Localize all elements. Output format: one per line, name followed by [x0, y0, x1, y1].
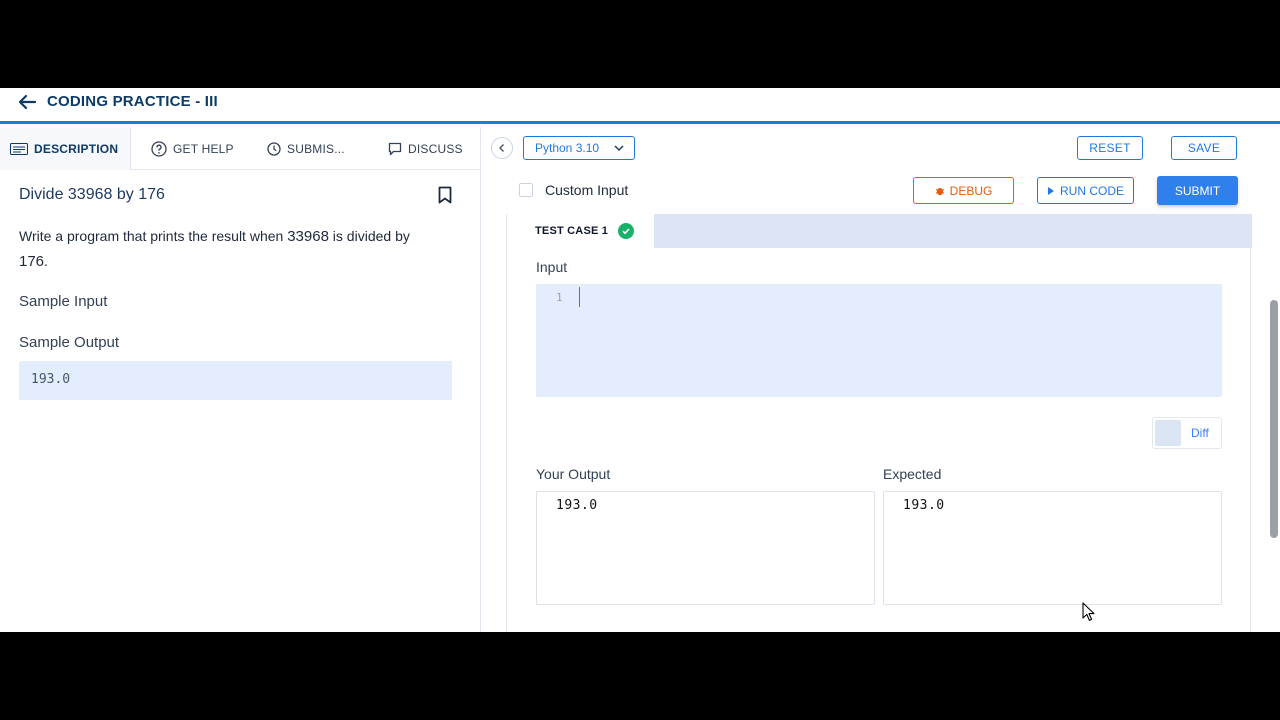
- tab-get-help[interactable]: GET HELP: [151, 127, 234, 170]
- sample-output-box: 193.0: [19, 361, 452, 400]
- desc-number-1: 33968: [287, 228, 329, 245]
- your-output-box: 193.0: [536, 491, 875, 605]
- test-case-tabbar: TEST CASE 1: [507, 214, 1252, 248]
- custom-input-checkbox[interactable]: [519, 183, 533, 197]
- collapse-panel-button[interactable]: [491, 137, 513, 159]
- run-code-button[interactable]: RUN CODE: [1037, 177, 1134, 204]
- tab-test-case-1[interactable]: TEST CASE 1: [507, 214, 654, 248]
- save-button[interactable]: SAVE: [1171, 136, 1237, 160]
- check-circle-icon: [618, 223, 635, 239]
- test-case-panel: TEST CASE 1 Input 1 Diff Your Output Exp…: [506, 214, 1252, 632]
- letterbox-top: [0, 0, 1280, 88]
- tab-description-label: DESCRIPTION: [34, 141, 119, 156]
- tab-submissions-label: SUBMIS...: [287, 141, 345, 156]
- chevron-left-icon: [499, 144, 504, 152]
- run-code-button-label: RUN CODE: [1059, 183, 1124, 198]
- editor-panel: Python 3.10 RESET SAVE Custom Input DEBU…: [482, 127, 1280, 632]
- top-bar: CODING PRACTICE - III: [0, 88, 1280, 124]
- submit-button[interactable]: SUBMIT: [1157, 176, 1238, 205]
- tab-description[interactable]: DESCRIPTION: [0, 127, 131, 170]
- sample-output-label: Sample Output: [19, 334, 120, 351]
- app-window: CODING PRACTICE - III DESCRIPTION GET HE…: [0, 88, 1280, 632]
- sample-input-label: Sample Input: [19, 293, 108, 310]
- language-select-value: Python 3.10: [535, 141, 600, 155]
- page-title: CODING PRACTICE - III: [47, 93, 218, 110]
- diff-toggle-label: Diff: [1191, 426, 1209, 440]
- desc-number-2: 176: [19, 253, 45, 270]
- scrollbar-thumb[interactable]: [1270, 300, 1278, 538]
- desc-text-3: .: [44, 253, 48, 269]
- desc-text-1: Write a program that prints the result w…: [19, 228, 288, 244]
- desc-text-2: is divided by: [328, 228, 410, 244]
- description-panel: DESCRIPTION GET HELP SUBMIS... DISCUSS D…: [0, 127, 481, 632]
- reset-button[interactable]: RESET: [1077, 136, 1143, 160]
- panel-tabs: DESCRIPTION GET HELP SUBMIS... DISCUSS: [0, 127, 481, 170]
- chat-icon: [388, 142, 402, 155]
- question-title: Divide 33968 by 176: [19, 186, 165, 203]
- description-icon: [10, 142, 28, 155]
- tab-submissions[interactable]: SUBMIS...: [267, 127, 345, 170]
- input-label: Input: [536, 259, 568, 275]
- diff-toggle-knob: [1155, 420, 1181, 446]
- letterbox-bottom: [0, 632, 1280, 720]
- expected-output-label: Expected: [883, 466, 942, 482]
- clock-icon: [267, 141, 281, 156]
- tab-discuss-label: DISCUSS: [408, 141, 463, 156]
- bug-icon: [935, 187, 944, 195]
- tab-get-help-label: GET HELP: [173, 141, 234, 156]
- mouse-pointer-icon: [1082, 602, 1096, 622]
- play-icon: [1047, 186, 1054, 195]
- tab-discuss[interactable]: DISCUSS: [388, 127, 463, 170]
- expected-output-box: 193.0: [883, 491, 1222, 605]
- chevron-down-icon: [614, 145, 624, 152]
- test-case-tab-label: TEST CASE 1: [535, 225, 609, 237]
- your-output-label: Your Output: [536, 466, 611, 482]
- line-number: 1: [556, 291, 563, 304]
- custom-input-label: Custom Input: [545, 182, 629, 198]
- bookmark-icon[interactable]: [437, 186, 453, 204]
- custom-input-toggle[interactable]: Custom Input: [519, 182, 628, 198]
- debug-button[interactable]: DEBUG: [913, 177, 1014, 204]
- language-select[interactable]: Python 3.10: [523, 136, 635, 160]
- test-input-editor[interactable]: 1: [536, 284, 1222, 397]
- help-circle-icon: [151, 140, 167, 157]
- back-arrow-icon[interactable]: [17, 93, 39, 111]
- debug-button-label: DEBUG: [949, 183, 993, 198]
- question-description: Write a program that prints the result w…: [19, 224, 449, 274]
- text-caret: [579, 287, 580, 307]
- diff-toggle[interactable]: Diff: [1152, 417, 1222, 449]
